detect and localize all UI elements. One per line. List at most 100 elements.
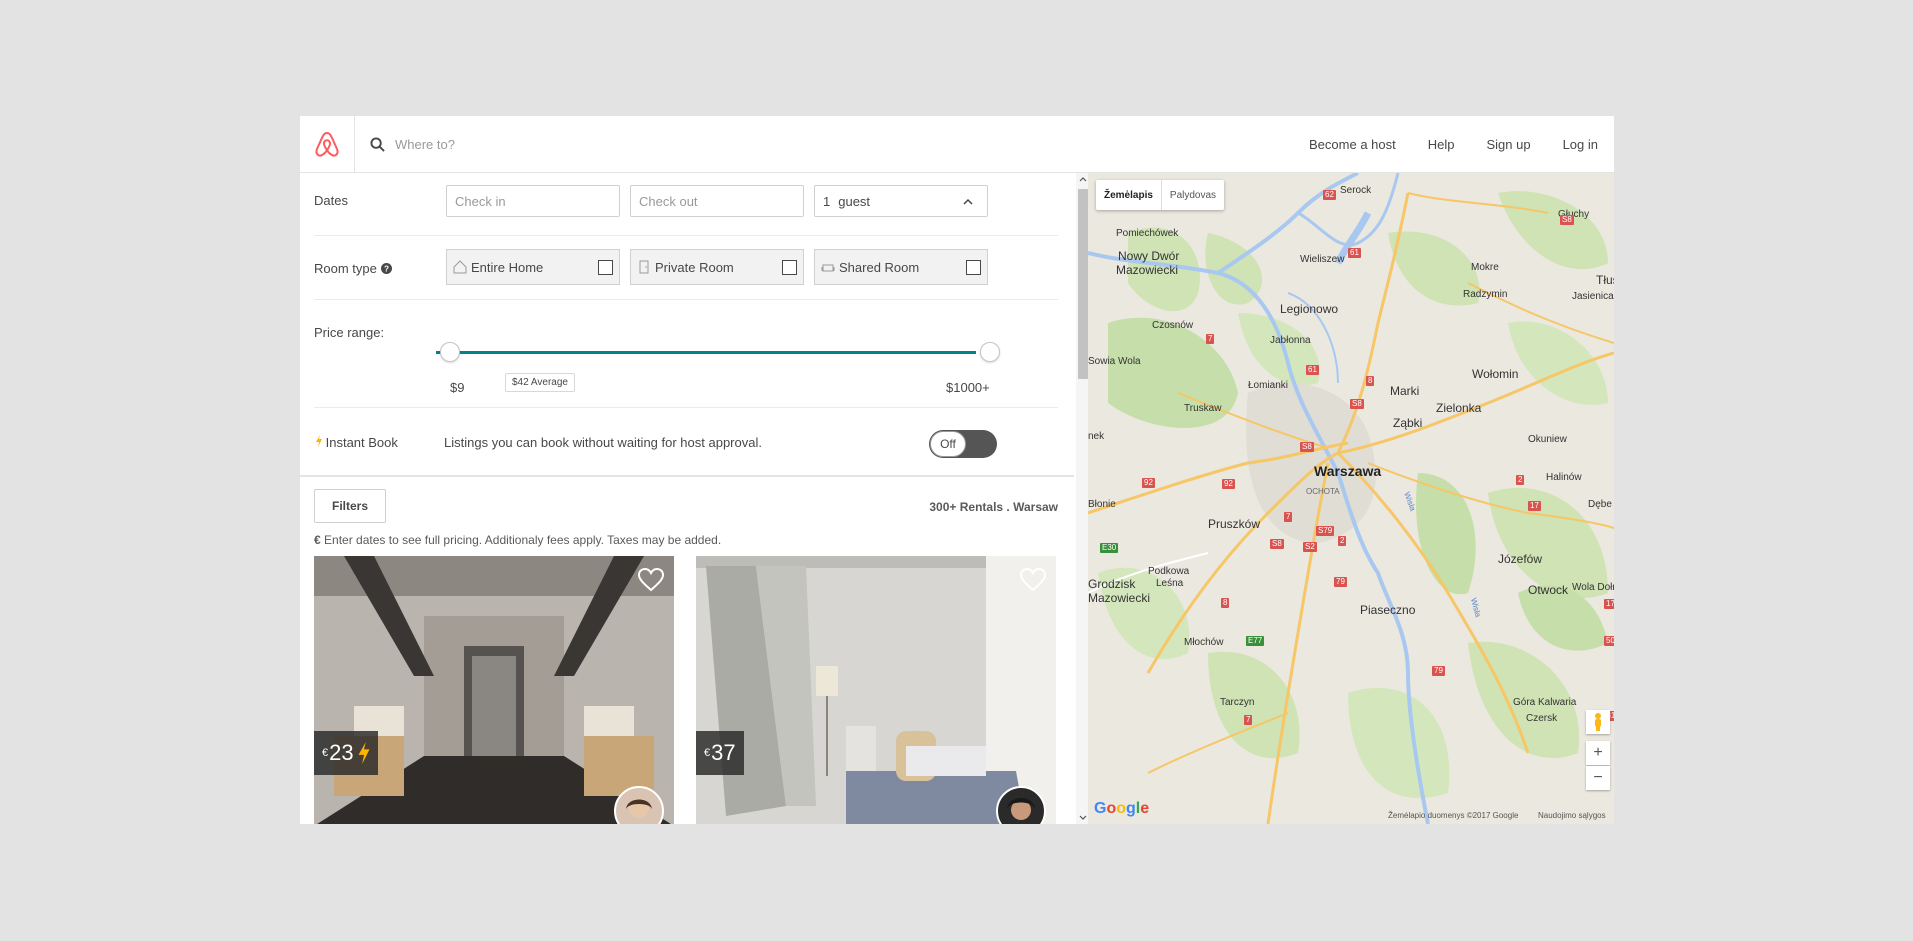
map-place-label: Tłus [1596,273,1614,287]
pricing-note: € Enter dates to see full pricing. Addit… [314,533,722,547]
sofa-icon [821,264,835,272]
road-shield: 50 [1604,636,1614,646]
map-place-label: Podkowa [1148,566,1190,577]
dates-row: Dates Check in Check out 1 guest [314,173,1058,236]
map-place-label: Sowia Wola [1088,356,1141,367]
price-slider-track[interactable] [436,351,976,354]
room-entire-home[interactable]: Entire Home [446,249,620,285]
road-shield: 92 [1222,479,1235,489]
shared-room-checkbox[interactable] [966,260,981,275]
dates-label: Dates [314,193,348,208]
help-circle-icon[interactable]: ? [380,263,392,274]
log-in-link[interactable]: Log in [1563,137,1598,152]
zoom-out-button[interactable]: − [1586,766,1610,790]
map-place-label: Warszawa [1314,463,1382,479]
map-place-label: nek [1088,431,1105,442]
road-shield: 61 [1348,248,1361,258]
map-place-label: Mazowiecki [1088,591,1151,605]
become-host-link[interactable]: Become a host [1309,137,1396,152]
lightning-icon [316,435,322,447]
scrollbar-thumb[interactable] [1078,189,1088,379]
road-shield: 79 [1334,577,1347,587]
heart-icon[interactable] [1020,568,1046,592]
map-place-label: Leśna [1156,578,1184,589]
road-shield: 92 [1142,478,1155,488]
top-header: Become a host Help Sign up Log in [300,116,1614,173]
help-link[interactable]: Help [1428,137,1455,152]
tab-map[interactable]: Žemėlapis [1096,180,1161,210]
listing-card[interactable]: €23 [314,556,674,824]
street-view-control[interactable] [1586,710,1610,734]
check-out-field[interactable]: Check out [630,185,804,217]
road-shield: E30 [1100,543,1119,553]
instant-book-toggle[interactable]: Off [929,430,997,458]
map-place-label: Czosnów [1152,320,1194,331]
road-shield: 17 [1604,599,1614,609]
map-place-label: Tarczyn [1220,697,1255,708]
map-place-label: Radzymin [1463,289,1508,300]
airbnb-logo-icon[interactable] [300,116,355,172]
map-place-label: Truskaw [1184,403,1222,414]
map-place-label: Góra Kalwaria [1513,697,1577,708]
zoom-in-button[interactable]: + [1586,741,1610,765]
map-place-label: Pruszków [1208,517,1261,531]
listing-price: €37 [696,731,744,775]
private-room-checkbox[interactable] [782,260,797,275]
map-type-tabs: Žemėlapis Palydovas [1096,180,1225,210]
map-place-label: Grodzisk [1088,577,1136,591]
price-average-tooltip: $42 Average [505,373,575,392]
map-terms-link[interactable]: Naudojimo sąlygos [1538,811,1606,820]
road-shield: S8 [1270,539,1284,549]
road-shield: 17 [1528,501,1541,511]
search-icon [370,136,385,152]
room-entire-home-label: Entire Home [471,259,544,275]
guests-label: guest [838,193,871,209]
lightning-icon [358,742,370,764]
svg-text:?: ? [383,265,388,274]
listing-photo [314,556,674,824]
map-place-label: Halinów [1546,472,1582,483]
map-place-label: Zielonka [1436,401,1482,415]
listing-photo [696,556,1056,824]
map-place-label: Jasienica [1572,291,1614,302]
app-window: Become a host Help Sign up Log in Dates … [300,116,1614,824]
search-panel: Dates Check in Check out 1 guest Room ty… [300,173,1074,824]
road-shield: 7 [1244,715,1253,725]
map-place-label: Czersk [1526,713,1558,724]
road-shield: 8 [1366,376,1375,386]
map-panel[interactable]: Žemėlapis Palydovas Serock Pomiechówek N… [1088,173,1614,824]
guests-count: 1 [823,193,831,209]
check-in-field[interactable]: Check in [446,185,620,217]
entire-home-checkbox[interactable] [598,260,613,275]
guests-select[interactable]: 1 guest [814,185,988,217]
map-place-label: Marki [1390,384,1420,398]
listing-price: €23 [314,731,378,775]
road-shield: S2 [1303,542,1317,552]
room-type-label: Room type ? [314,261,392,276]
map-place-label: Wieliszew [1300,254,1345,265]
price-slider-max-handle[interactable] [980,342,1000,362]
price-max: $1000+ [946,380,990,395]
road-shield: 2 [1516,475,1525,485]
room-private-room[interactable]: Private Room [630,249,804,285]
map-place-label: Jabłonna [1270,335,1311,346]
pegman-icon [1595,713,1601,731]
instant-book-label: Instant Book [316,435,398,450]
tab-satellite[interactable]: Palydovas [1160,180,1224,210]
map-place-label: Wola Dołna [1572,582,1614,593]
sign-up-link[interactable]: Sign up [1486,137,1530,152]
filters-button[interactable]: Filters [314,489,386,523]
road-shield: 62 [1323,190,1336,200]
price-min: $9 [450,380,465,395]
search-input[interactable] [393,135,697,153]
map-place-label: Pomiechówek [1116,228,1179,239]
listing-card[interactable]: €37 [696,556,1056,824]
map-place-label: Mazowiecki [1116,263,1179,277]
room-shared-room[interactable]: Shared Room [814,249,988,285]
road-shield: 8 [1221,598,1230,608]
home-icon [453,260,467,274]
price-slider-min-handle[interactable] [440,342,460,362]
heart-icon[interactable] [638,568,664,592]
road-shield: S8 [1560,215,1574,225]
top-nav: Become a host Help Sign up Log in [1309,116,1614,172]
